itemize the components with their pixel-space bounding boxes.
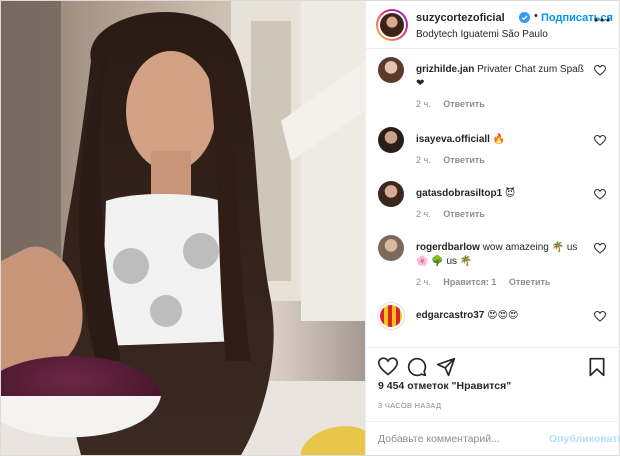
- comment-text: rogerdbarlow wow amazeing 🌴 us 🌸 🌳 us 🌴: [416, 241, 586, 269]
- comment-meta: 2 ч. Ответить: [416, 99, 495, 109]
- comment-like-icon[interactable]: [594, 243, 606, 254]
- comment-meta: 2 ч. Ответить: [416, 209, 495, 219]
- commenter-avatar[interactable]: [378, 303, 404, 329]
- comment-like-icon[interactable]: [594, 135, 606, 146]
- verified-badge-icon: [519, 12, 530, 23]
- comment-body: 🔥: [492, 134, 506, 145]
- comment-time: 2 ч.: [416, 99, 431, 109]
- comment-likes-count[interactable]: Нравится: 1: [443, 277, 496, 287]
- reply-button[interactable]: Ответить: [443, 155, 485, 165]
- heart-outline-icon[interactable]: [378, 357, 398, 376]
- avatar-frame: [378, 11, 406, 39]
- add-comment-bar: Опубликовать: [366, 421, 620, 455]
- comment-like-icon[interactable]: [594, 189, 606, 200]
- post-location[interactable]: Bodytech Iguatemi São Paulo: [416, 29, 548, 40]
- comment-username[interactable]: edgarcastro37: [416, 310, 484, 321]
- comment-text: edgarcastro37 😍😍😍: [416, 309, 586, 323]
- comment-username[interactable]: rogerdbarlow: [416, 242, 480, 253]
- comment-meta: 2 ч. Ответить: [416, 155, 495, 165]
- comment-username[interactable]: grizhilde.jan: [416, 64, 474, 75]
- comment-body: 😈: [504, 188, 516, 199]
- comment-meta: 2 ч. Нравится: 1 Ответить: [416, 277, 560, 287]
- publish-button[interactable]: Опубликовать: [549, 433, 620, 445]
- post-time[interactable]: 3 ЧАСОВ НАЗАД: [378, 401, 441, 410]
- avatar-image: [380, 13, 404, 37]
- comment-body: 😍😍😍: [487, 310, 519, 321]
- comment-bubble-icon[interactable]: [407, 357, 427, 377]
- commenter-avatar[interactable]: [378, 127, 404, 153]
- commenter-avatar[interactable]: [378, 57, 404, 83]
- comment-input[interactable]: [378, 431, 538, 447]
- bookmark-icon[interactable]: [588, 357, 606, 377]
- author-username[interactable]: suzycortezoficial: [416, 12, 505, 24]
- post-image: [1, 1, 365, 455]
- reply-button[interactable]: Ответить: [509, 277, 551, 287]
- post-sidebar: suzycortezoficial • Подписаться Bodytech…: [365, 1, 620, 455]
- comment-username[interactable]: gatasdobrasiltop1: [416, 188, 502, 199]
- commenter-avatar[interactable]: [378, 181, 404, 207]
- commenter-avatar[interactable]: [378, 235, 404, 261]
- comment-text: gatasdobrasiltop1 😈: [416, 187, 586, 201]
- comment-like-icon[interactable]: [594, 65, 606, 76]
- comment-text: isayeva.officiall 🔥: [416, 133, 586, 147]
- likes-count[interactable]: 9 454 отметок "Нравится": [378, 380, 511, 392]
- post-photo[interactable]: [1, 1, 365, 455]
- reply-button[interactable]: Ответить: [443, 209, 485, 219]
- header-separator: •: [534, 10, 538, 22]
- comment-like-icon[interactable]: [594, 311, 606, 322]
- comment-username[interactable]: isayeva.officiall: [416, 134, 490, 145]
- comment-text: grizhilde.jan Privater Chat zum Spaß❤: [416, 63, 586, 91]
- post-header: suzycortezoficial • Подписаться Bodytech…: [366, 1, 620, 49]
- comments-list[interactable]: grizhilde.jan Privater Chat zum Spaß❤ 2 …: [366, 49, 620, 339]
- more-options-icon[interactable]: [594, 17, 610, 23]
- comment-time: 2 ч.: [416, 209, 431, 219]
- comment-time: 2 ч.: [416, 277, 431, 287]
- paper-plane-icon[interactable]: [436, 357, 456, 377]
- author-avatar[interactable]: [376, 9, 408, 41]
- instagram-post: suzycortezoficial • Подписаться Bodytech…: [0, 0, 620, 456]
- reply-button[interactable]: Ответить: [443, 99, 485, 109]
- comment-time: 2 ч.: [416, 155, 431, 165]
